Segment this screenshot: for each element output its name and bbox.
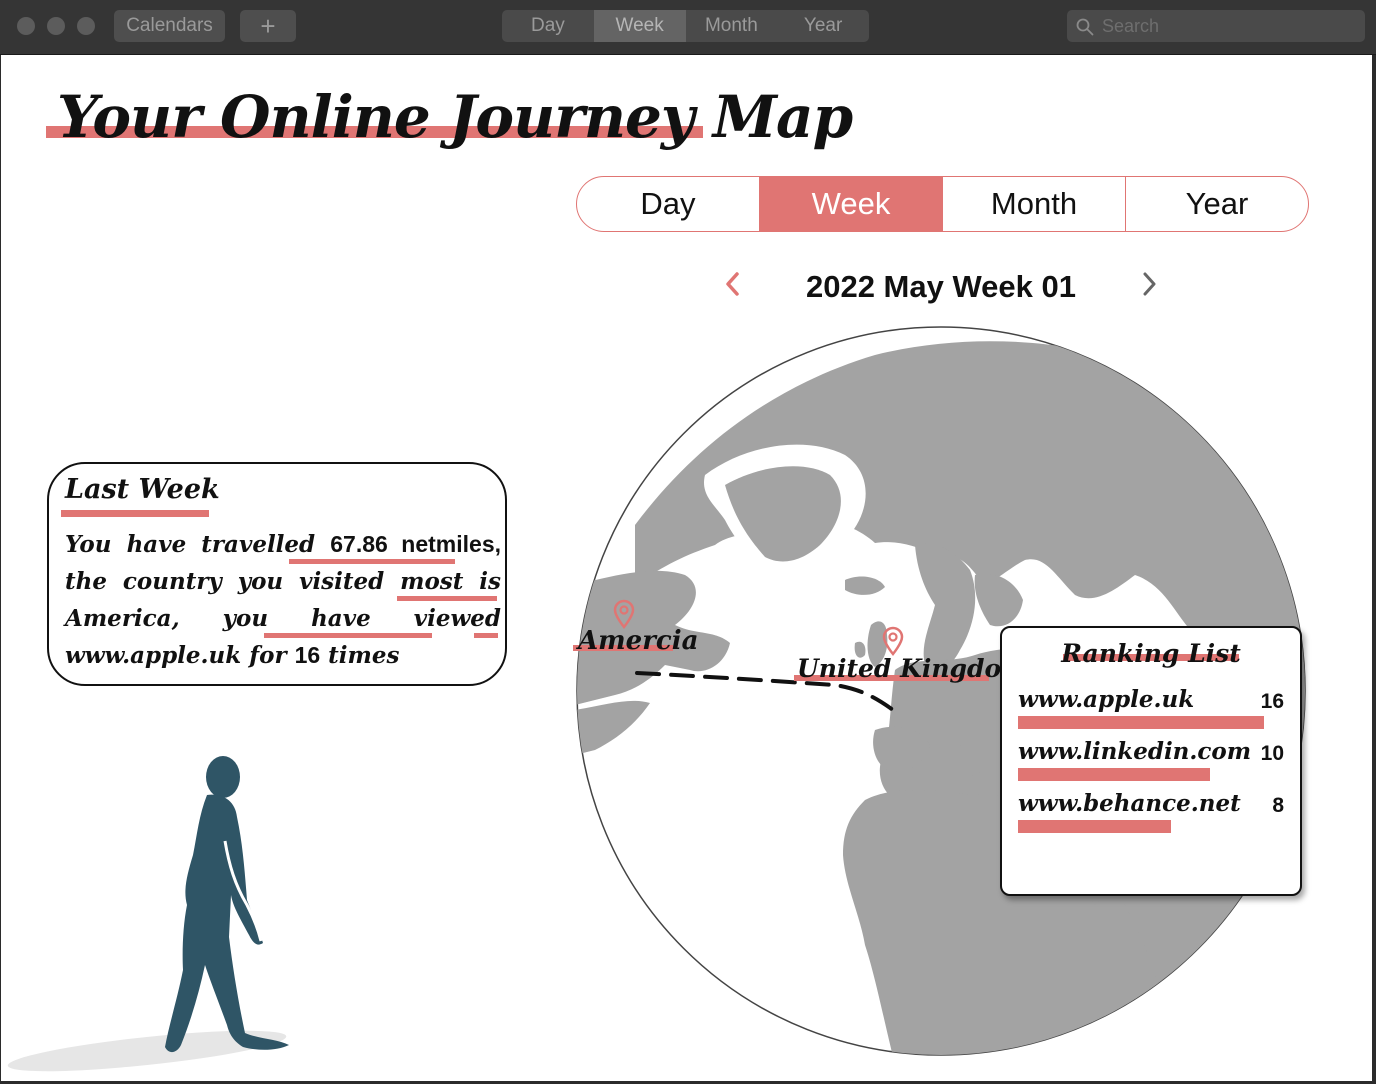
walking-person-illustration	[7, 756, 289, 1072]
toolbar-tab-year[interactable]: Year	[777, 10, 869, 42]
period-segmented-control: Day Week Month Year	[576, 176, 1309, 232]
segment-day[interactable]: Day	[577, 177, 760, 231]
title-bar: Calendars + Day Week Month Year Search	[0, 0, 1376, 55]
minimize-window-button[interactable]	[47, 17, 65, 35]
segment-month[interactable]: Month	[943, 177, 1126, 231]
add-button[interactable]: +	[240, 10, 296, 42]
summary-text-part: You have travelled	[65, 531, 331, 558]
views-value: 16	[294, 642, 321, 668]
summary-text: You have travelled 67.86 netmiles, the c…	[65, 526, 501, 674]
summary-text-part: the country you visited most is	[65, 568, 501, 595]
toolbar-view-switcher: Day Week Month Year	[502, 10, 869, 42]
toolbar-tab-day[interactable]: Day	[502, 10, 594, 42]
search-icon	[1076, 18, 1094, 36]
period-label: 2022 May Week 01	[805, 269, 1076, 304]
calendars-button[interactable]: Calendars	[114, 10, 225, 42]
ranking-count: 16	[1260, 690, 1284, 713]
location-label-america[interactable]: Amercia	[578, 623, 698, 659]
location-label-uk[interactable]: United Kingdom	[797, 651, 1028, 687]
journey-map-canvas: Your Online Journey Map Day Week Month Y…	[1, 55, 1372, 1081]
toolbar-tab-month[interactable]: Month	[686, 10, 778, 42]
site-value[interactable]: www.apple.uk	[65, 642, 241, 669]
app-window: Calendars + Day Week Month Year Search Y…	[0, 0, 1376, 1084]
zoom-window-button[interactable]	[77, 17, 95, 35]
summary-text-part: you have viewed	[179, 605, 501, 632]
summary-text-part: times	[320, 642, 400, 669]
country-value: America,	[65, 605, 180, 632]
search-placeholder: Search	[1102, 16, 1160, 36]
ranking-panel: Ranking List www.apple.uk 16 www.linkedi…	[1000, 626, 1302, 896]
chevron-left-icon[interactable]	[722, 269, 742, 299]
search-input[interactable]: Search	[1067, 10, 1365, 42]
distance-value: 67.86 netmiles,	[330, 531, 501, 557]
segment-week[interactable]: Week	[760, 177, 943, 231]
page-title: Your Online Journey Map	[57, 83, 853, 151]
chevron-right-icon[interactable]	[1140, 269, 1160, 299]
summary-text-part: for	[241, 642, 295, 669]
segment-year[interactable]: Year	[1126, 177, 1308, 231]
summary-title: Last Week	[65, 474, 220, 505]
toolbar-tab-week[interactable]: Week	[593, 10, 686, 42]
ranking-site[interactable]: www.linkedin.com	[1018, 734, 1251, 770]
ranking-count: 8	[1272, 794, 1284, 817]
ranking-site[interactable]: www.apple.uk	[1018, 682, 1194, 718]
summary-card: Last Week You have travelled 67.86 netmi…	[47, 462, 507, 686]
ranking-title: Ranking List	[1061, 639, 1241, 668]
ranking-count: 10	[1260, 742, 1284, 765]
ranking-site[interactable]: www.behance.net	[1018, 786, 1241, 822]
close-window-button[interactable]	[17, 17, 35, 35]
card-title-highlight	[61, 510, 209, 517]
